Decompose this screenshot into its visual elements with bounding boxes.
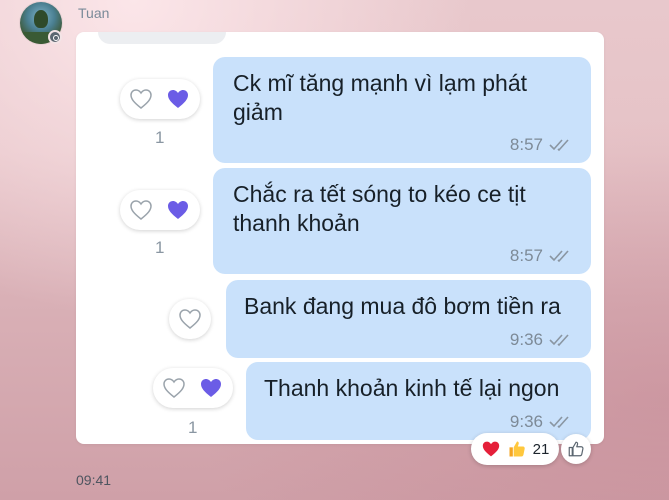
message-bubble[interactable]: Chắc ra tết sóng to kéo ce tịt thanh kho… — [213, 168, 591, 274]
heart-outline-icon[interactable] — [178, 308, 202, 330]
heart-filled-icon[interactable] — [199, 377, 223, 399]
previous-bubble-edge — [98, 32, 226, 44]
message-meta: 8:57 — [510, 135, 573, 155]
heart-filled-icon[interactable] — [166, 199, 190, 221]
message-bubble[interactable]: Thanh khoản kinh tế lại ngon 9:36 — [246, 362, 591, 440]
double-check-icon — [549, 139, 569, 152]
message-bubble[interactable]: Ck mĩ tăng mạnh vì lạm phát giảm 8:57 — [213, 57, 591, 163]
heart-outline-icon[interactable] — [129, 199, 153, 221]
heart-filled-icon[interactable] — [166, 88, 190, 110]
message-time: 9:36 — [509, 412, 543, 431]
reaction-picker[interactable] — [153, 368, 233, 408]
message-text: Chắc ra tết sóng to kéo ce tịt thanh kho… — [233, 181, 526, 236]
double-check-icon — [549, 334, 569, 347]
message-time: 9:36 — [509, 330, 543, 349]
reaction-count: 1 — [155, 128, 165, 147]
message-group-time: 09:41 — [76, 472, 112, 488]
heart-outline-icon[interactable] — [129, 88, 153, 110]
reaction-picker[interactable] — [169, 299, 211, 339]
message-bubble[interactable]: Bank đang mua đô bơm tiền ra 9:36 — [226, 280, 591, 358]
message-text: Thanh khoản kinh tế lại ngon — [264, 375, 560, 401]
heart-outline-icon[interactable] — [162, 377, 186, 399]
sender-name[interactable]: Tuan — [78, 5, 109, 21]
message-text: Bank đang mua đô bơm tiền ra — [244, 293, 561, 319]
reaction-count: 1 — [155, 238, 165, 257]
reaction-summary[interactable]: 21 — [471, 433, 559, 465]
message-meta: 8:57 — [510, 246, 573, 266]
reaction-count: 1 — [188, 418, 198, 437]
heart-icon — [482, 441, 499, 457]
thumbs-up-outline-icon — [568, 441, 584, 457]
message-meta: 9:36 — [510, 330, 573, 350]
reaction-picker[interactable] — [120, 79, 200, 119]
message-text: Ck mĩ tăng mạnh vì lạm phát giảm — [233, 70, 528, 125]
reaction-picker[interactable] — [120, 190, 200, 230]
like-button[interactable] — [561, 434, 591, 464]
thumbs-up-icon — [509, 441, 525, 457]
message-time: 8:57 — [509, 135, 543, 154]
double-check-icon — [549, 250, 569, 263]
reaction-total: 21 — [532, 440, 550, 458]
avatar-badge-icon — [48, 30, 62, 44]
double-check-icon — [549, 416, 569, 429]
message-time: 8:57 — [509, 246, 543, 265]
message-meta: 9:36 — [510, 412, 573, 432]
